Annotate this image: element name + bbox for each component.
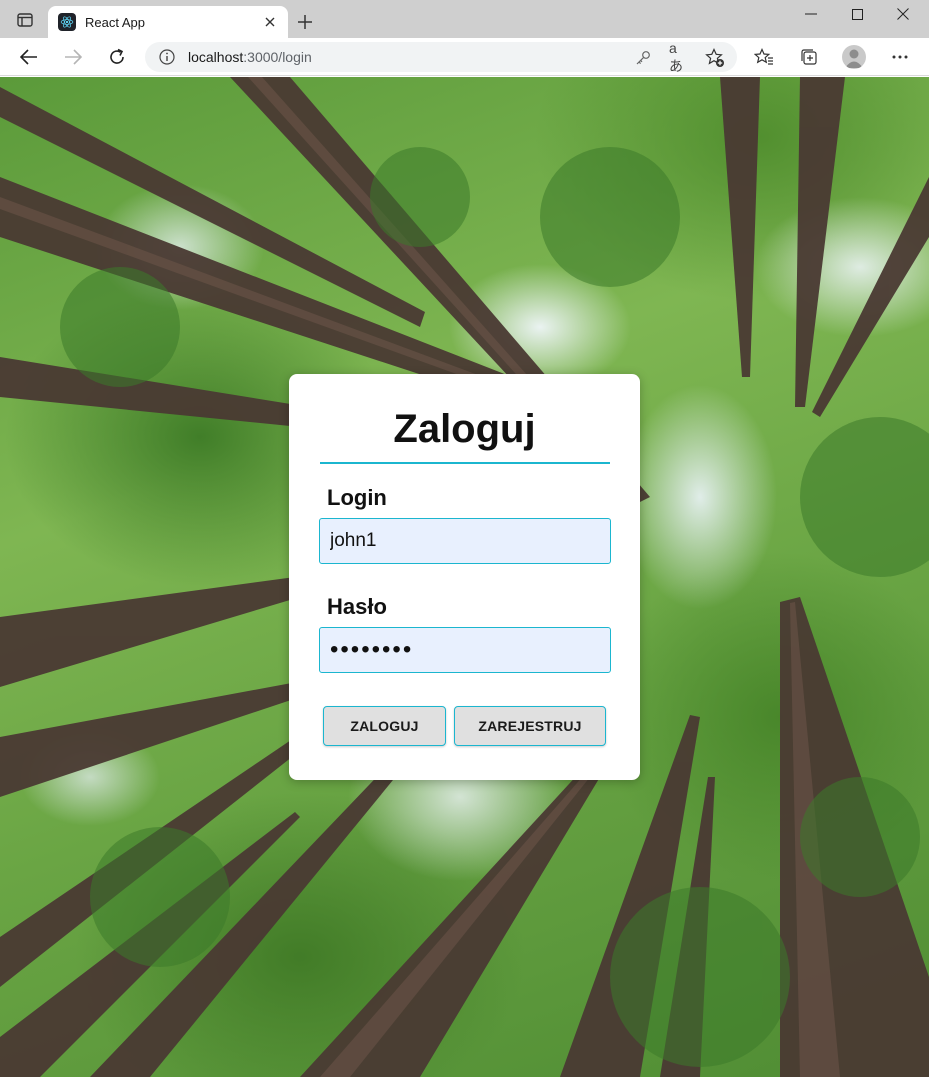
login-title: Zaloguj [393,407,536,451]
maximize-icon[interactable] [834,2,880,26]
login-input[interactable] [319,518,611,564]
browser-tab[interactable]: React App [48,6,288,38]
tab-title: React App [85,14,145,30]
profile-avatar[interactable] [842,45,866,69]
more-icon[interactable] [888,45,912,69]
address-bar[interactable]: localhost:3000/login aあ [145,40,737,74]
address-host: localhost [188,49,244,65]
browser-toolbar: localhost:3000/login aあ [0,38,929,76]
title-divider [320,462,610,464]
back-icon[interactable] [17,45,41,69]
register-button[interactable]: ZAREJESTRUJ [454,706,606,746]
forward-icon[interactable] [61,45,85,69]
collections-icon[interactable] [797,45,821,69]
key-icon[interactable] [633,48,653,68]
login-label: Login [327,485,387,510]
address-url[interactable]: localhost:3000/login [188,49,312,65]
login-card: Zaloguj Login Hasło ZALOGUJ ZAREJESTRUJ [289,374,640,780]
react-logo-icon [58,13,76,31]
new-tab-icon[interactable] [294,11,316,33]
close-window-icon[interactable] [880,2,926,26]
password-label: Hasło [327,594,387,619]
info-icon[interactable] [159,49,175,65]
favorites-icon[interactable] [752,45,776,69]
minimize-icon[interactable] [788,2,834,26]
password-input[interactable] [319,627,611,673]
refresh-icon[interactable] [105,45,129,69]
browser-tab-bar: React App [0,0,929,38]
address-path: :3000/login [243,49,312,65]
close-tab-icon[interactable] [262,14,278,30]
star-plus-icon[interactable] [705,48,725,68]
tab-actions-icon[interactable] [10,9,40,31]
translate-icon[interactable]: aあ [669,40,689,74]
login-button[interactable]: ZALOGUJ [323,706,446,746]
forest-canopy-image: Zaloguj Login Hasło ZALOGUJ ZAREJESTRUJ [0,77,929,1077]
